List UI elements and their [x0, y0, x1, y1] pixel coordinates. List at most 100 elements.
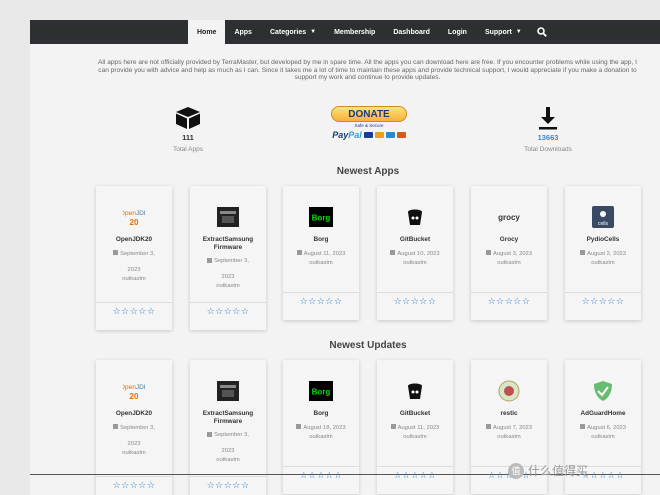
nav-apps[interactable]: Apps	[225, 20, 261, 44]
adguard-logo-icon	[565, 378, 641, 404]
rating-stars[interactable]: ☆☆☆☆☆	[190, 476, 266, 491]
donate-label: DONATE	[331, 106, 407, 122]
app-date: September 3, 2023	[190, 431, 266, 455]
app-date-year: 2023	[221, 448, 235, 454]
calendar-icon	[296, 424, 302, 429]
app-author: outkastm	[403, 259, 427, 266]
nav-label: Support	[484, 28, 512, 36]
app-card[interactable]: ExtractSamsung Firmware September 3, 2023 o…	[190, 186, 266, 330]
app-date-year: 2023	[221, 274, 235, 280]
chevron-down-icon: ▼	[310, 29, 317, 35]
chevron-down-icon: ▼	[515, 29, 522, 35]
calendar-icon	[113, 250, 119, 255]
total-apps-stat: 111 Total Apps	[158, 106, 218, 153]
paypal-row: PayPal	[331, 130, 407, 140]
nav-dashboard[interactable]: Dashboard	[384, 20, 439, 44]
nav-label: Login	[447, 28, 467, 36]
calendar-icon	[113, 424, 119, 429]
app-date: August 11, 2023	[377, 424, 453, 432]
app-name: ExtractSamsung Firmware	[202, 236, 254, 251]
watermark: 值 什么值得买	[508, 462, 588, 479]
app-name: ExtractSamsung Firmware	[202, 410, 254, 425]
app-author: outkastm	[122, 275, 146, 282]
rating-stars[interactable]: ☆☆☆☆☆	[96, 302, 172, 317]
app-date: August 3, 2023	[471, 250, 547, 258]
app-author: outkastm	[591, 433, 615, 440]
app-date-text: September 3,	[214, 258, 249, 264]
newest-updates-heading: Newest Updates	[329, 340, 407, 351]
svg-text:cells: cells	[598, 221, 609, 227]
calendar-icon	[390, 424, 396, 429]
rating-stars[interactable]: ☆☆☆☆☆	[190, 302, 266, 317]
app-date-text: August 3, 2023	[493, 250, 532, 257]
donate-subtext: Safe & Secure	[354, 123, 384, 128]
nav-label: Membership	[334, 28, 376, 36]
samsung-logo-icon	[190, 378, 266, 404]
svg-text:20: 20	[130, 218, 139, 227]
rating-stars[interactable]: ☆☆☆☆☆	[565, 292, 641, 307]
nav-login[interactable]: Login	[439, 20, 476, 44]
nav-label: Categories	[269, 28, 307, 36]
nav-home[interactable]: Home	[188, 20, 226, 44]
rating-stars[interactable]: ☆☆☆☆☆	[283, 292, 359, 307]
visa-card-icon	[363, 132, 373, 138]
search-icon[interactable]	[531, 20, 553, 44]
svg-text:OpenJDK: OpenJDK	[123, 384, 145, 391]
app-date-text: August 7, 2023	[493, 424, 532, 431]
app-date: August 10, 2023	[377, 250, 453, 258]
app-card[interactable]: cells PydioCells August 2, 2023 outkastm ☆☆☆…	[565, 186, 641, 320]
nav-support[interactable]: Support ▼	[476, 20, 531, 44]
amex-card-icon	[385, 132, 395, 138]
calendar-icon	[207, 257, 213, 263]
app-date-text: September 3,	[214, 432, 249, 438]
app-date: August 7, 2023	[471, 424, 547, 432]
gitbucket-logo-icon	[377, 378, 453, 404]
rating-stars[interactable]: ☆☆☆☆☆	[471, 292, 547, 307]
app-card[interactable]: Borg Borg August 11, 2023 outkastm ☆☆☆☆☆	[283, 186, 359, 320]
app-date-text: August 10, 2023	[397, 250, 440, 257]
app-card[interactable]: GitBucket August 10, 2023 outkastm ☆☆☆☆☆	[377, 186, 453, 320]
app-date-text: September 3,	[120, 250, 155, 257]
app-date-year: 2023	[127, 440, 141, 447]
app-card[interactable]: OpenJDK20OpenJDK20September 3,2023outkas…	[96, 186, 172, 330]
app-author: outkastm	[497, 259, 521, 266]
total-downloads-label: Total Downloads	[524, 146, 572, 153]
download-icon	[518, 106, 578, 130]
app-author: outkastm	[591, 259, 615, 266]
app-name: PydioCells	[586, 236, 620, 243]
box-icon	[158, 106, 218, 130]
nav-label: Dashboard	[393, 28, 430, 36]
rating-stars[interactable]: ☆☆☆☆☆	[96, 476, 172, 491]
grocy-logo-icon: grocy	[471, 204, 547, 230]
donate-button[interactable]: DONATE Safe & Secure PayPal	[331, 106, 407, 140]
calendar-icon	[390, 250, 396, 255]
rating-stars[interactable]: ☆☆☆☆☆	[377, 292, 453, 307]
app-author: outkastm	[403, 433, 427, 440]
nav-membership[interactable]: Membership	[325, 20, 384, 44]
openjdk-logo-icon: OpenJDK20	[96, 378, 172, 404]
calendar-icon	[580, 424, 585, 429]
mastercard-icon	[374, 132, 384, 138]
app-date-text: August 2, 2023	[587, 250, 626, 257]
calendar-icon	[207, 431, 213, 437]
nav-categories[interactable]: Categories ▼	[261, 20, 325, 44]
paypal-logo: PayPal	[332, 130, 362, 140]
app-card[interactable]: grocy Grocy August 3, 2023 outkastm ☆☆☆☆☆	[471, 186, 547, 320]
app-name: Borg	[313, 236, 329, 243]
calendar-icon	[580, 250, 585, 255]
app-author: outkastm	[309, 433, 333, 440]
app-name: AdGuardHome	[580, 410, 626, 417]
main-nav: Home Apps Categories ▼ Membership Dashboa…	[188, 20, 553, 44]
app-author: outkastm	[497, 433, 521, 440]
app-date: August 6, 2023	[565, 424, 641, 432]
app-date: September 3, 2023	[96, 250, 172, 274]
paypal-pal: Pal	[348, 130, 362, 140]
app-date-text: August 6, 2023	[587, 424, 626, 431]
app-name: Grocy	[499, 236, 519, 243]
samsung-logo-icon	[190, 204, 266, 230]
total-downloads-stat: 13663 Total Downloads	[518, 106, 578, 153]
nav-label: Home	[197, 28, 217, 36]
watermark-logo-icon: 值	[508, 462, 524, 479]
app-date-text: August 18, 2023	[303, 424, 346, 431]
app-date: September 3, 2023	[190, 257, 266, 281]
